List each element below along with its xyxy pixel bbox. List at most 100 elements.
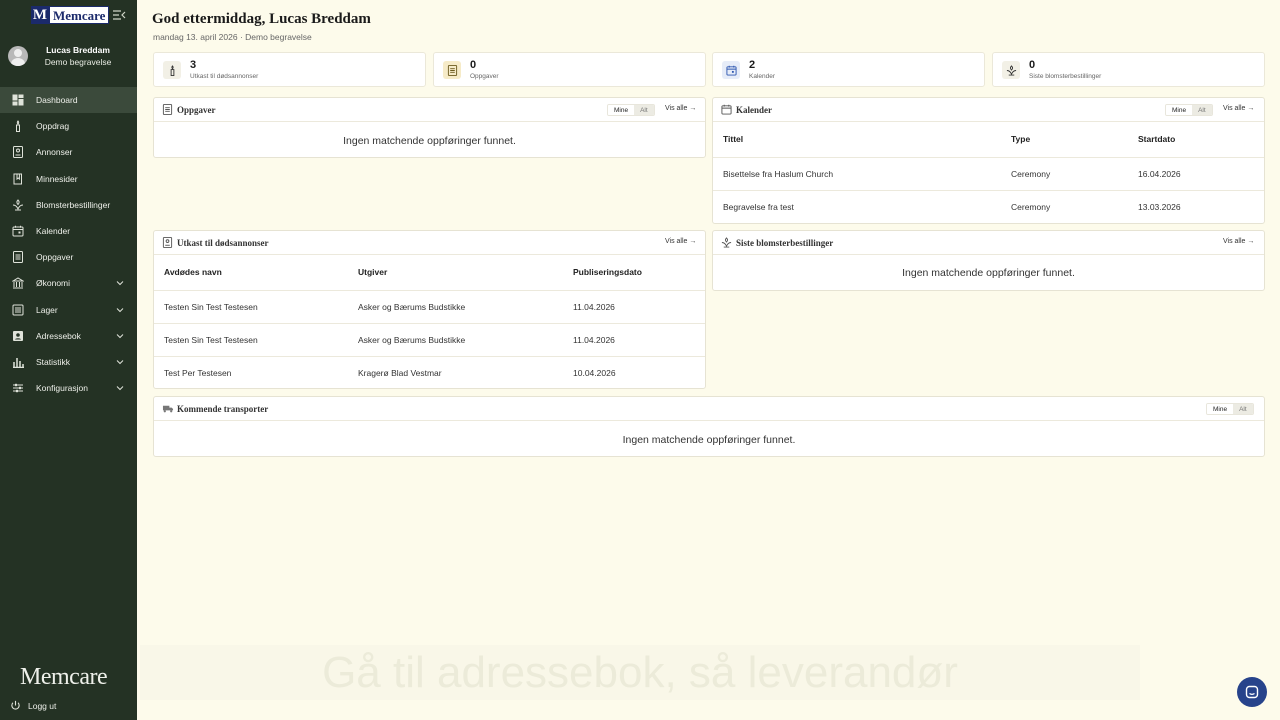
stat-card-tasks[interactable]: 0 Oppgaver — [433, 52, 706, 87]
table-row[interactable]: Bisettelse fra Haslum Church Ceremony 16… — [713, 157, 1264, 191]
drafts-table: Avdødes navn Utgiver Publiseringsdato Te… — [154, 255, 705, 389]
sidebar-item-adressebok[interactable]: Adressebok — [0, 323, 137, 349]
page-title: God ettermiddag, Lucas Breddam — [152, 11, 371, 27]
stat-label: Siste blomsterbestillinger — [1029, 73, 1102, 80]
sidebar-item-label: Lager — [36, 304, 58, 315]
calendar-icon — [721, 104, 732, 115]
publisher: Asker og Bærums Budstikke — [348, 290, 563, 324]
toggle-mine[interactable]: Mine — [1207, 404, 1234, 414]
table-header-row: Tittel Type Startdato — [713, 122, 1264, 158]
sidebar-item-kalender[interactable]: Kalender — [0, 218, 137, 244]
panel-header: Kommende transporter Mine Alt — [154, 397, 1264, 421]
sidebar-nav: Dashboard Oppdrag Annonser Minnesider Bl… — [0, 87, 137, 401]
column-header[interactable]: Type — [1001, 122, 1128, 158]
page-subtitle: mandag 13. april 2026 · Demo begravelse — [153, 32, 312, 42]
sidebar-item-label: Statistikk — [36, 356, 71, 367]
stat-card-flowers[interactable]: 0 Siste blomsterbestillinger — [992, 52, 1265, 87]
sidebar-item-konfigurasjon[interactable]: Konfigurasjon — [0, 375, 137, 401]
publish-date: 11.04.2026 — [563, 323, 705, 357]
sidebar-item-label: Konfigurasjon — [36, 383, 88, 394]
user-profile[interactable]: Lucas Breddam Demo begravelse — [0, 42, 137, 72]
deceased-name: Testen Sin Test Testesen — [154, 290, 348, 324]
chevron-down-icon — [116, 386, 124, 391]
announcement-icon — [12, 146, 24, 159]
panel-header: Kalender Mine Alt Vis alle → — [713, 98, 1264, 122]
scope-toggle: Mine Alt — [607, 104, 655, 116]
sidebar-item-label: Økonomi — [36, 278, 71, 289]
sidebar-item-statistikk[interactable]: Statistikk — [0, 349, 137, 375]
table-header-row: Avdødes navn Utgiver Publiseringsdato — [154, 255, 705, 291]
view-all-link[interactable]: Vis alle → — [665, 238, 696, 245]
column-header[interactable]: Tittel — [713, 122, 1001, 158]
transports-panel: Kommende transporter Mine Alt Ingen matc… — [153, 396, 1265, 457]
sidebar-item-label: Blomsterbestillinger — [36, 199, 111, 210]
candle-icon — [163, 61, 181, 79]
stat-card-calendar[interactable]: 2 Kalender — [712, 52, 985, 87]
instruction-caption: Gå til adressebok, så leverandør — [140, 645, 1140, 700]
logout-label: Logg ut — [28, 700, 57, 711]
chevron-down-icon — [116, 333, 124, 338]
stat-card-drafts[interactable]: 3 Utkast til dødsannonser — [153, 52, 426, 87]
empty-state: Ingen matchende oppføringer funnet. — [902, 267, 1075, 279]
table-row[interactable]: Testen Sin Test Testesen Asker og Bærums… — [154, 290, 705, 324]
sidebar-item-okonomi[interactable]: Økonomi — [0, 270, 137, 296]
event-date: 16.04.2026 — [1128, 157, 1264, 191]
sidebar-item-annonser[interactable]: Annonser — [0, 139, 137, 165]
toggle-mine[interactable]: Mine — [1166, 105, 1193, 115]
toggle-alt[interactable]: Alt — [1233, 404, 1253, 414]
toggle-mine[interactable]: Mine — [608, 105, 635, 115]
truck-icon — [162, 405, 174, 413]
candle-icon — [12, 120, 24, 133]
tasks-icon — [443, 61, 461, 79]
table-row[interactable]: Test Per Testesen Kragerø Blad Vestmar 1… — [154, 356, 705, 389]
logout-button[interactable]: Logg ut — [10, 700, 56, 711]
view-all-link[interactable]: Vis alle → — [665, 105, 696, 112]
publisher: Kragerø Blad Vestmar — [358, 367, 442, 378]
empty-state: Ingen matchende oppføringer funnet. — [622, 434, 796, 446]
contacts-icon — [12, 330, 24, 342]
sidebar-item-blomsterbestillinger[interactable]: Blomsterbestillinger — [0, 192, 137, 218]
toggle-alt[interactable]: Alt — [1192, 105, 1212, 115]
flowers-panel: Siste blomsterbestillinger Vis alle → In… — [712, 230, 1265, 291]
table-row[interactable]: Testen Sin Test Testesen Asker og Bærums… — [154, 323, 705, 357]
view-all-link[interactable]: Vis alle → — [1223, 238, 1254, 245]
view-all-link[interactable]: Vis alle → — [1223, 105, 1254, 112]
sidebar-item-oppdrag[interactable]: Oppdrag — [0, 113, 137, 139]
flower-icon — [12, 199, 24, 211]
brand-logo[interactable]: M Memcare — [31, 6, 110, 24]
column-header[interactable]: Utgiver — [348, 255, 563, 291]
chat-button[interactable] — [1237, 677, 1267, 707]
chart-icon — [12, 356, 24, 368]
sidebar-item-oppgaver[interactable]: Oppgaver — [0, 244, 137, 270]
sidebar-item-dashboard[interactable]: Dashboard — [0, 87, 137, 114]
sidebar-item-label: Annonser — [36, 147, 73, 158]
stat-value: 0 — [470, 59, 477, 71]
calendar-icon — [722, 61, 740, 79]
announcement-icon — [162, 237, 173, 248]
brand-logo-word: Memcare — [49, 6, 110, 24]
tasks-icon — [12, 251, 24, 264]
sidebar-item-label: Minnesider — [36, 173, 78, 184]
calendar-table: Tittel Type Startdato Bisettelse fra Has… — [713, 122, 1264, 223]
table-row[interactable]: Begravelse fra test Ceremony 13.03.2026 — [713, 190, 1264, 223]
event-title: Begravelse fra test — [723, 201, 794, 212]
column-header[interactable]: Startdato — [1128, 122, 1264, 158]
chevron-down-icon — [116, 281, 124, 286]
event-date: 13.03.2026 — [1138, 201, 1181, 212]
stat-value: 2 — [749, 59, 756, 71]
book-icon — [12, 173, 24, 185]
column-header[interactable]: Avdødes navn — [154, 255, 348, 291]
column-header[interactable]: Publiseringsdato — [563, 255, 705, 291]
stat-value: 3 — [190, 59, 197, 71]
toggle-alt[interactable]: Alt — [634, 105, 654, 115]
tasks-icon — [162, 104, 173, 115]
calendar-panel: Kalender Mine Alt Vis alle → Tittel Type… — [712, 97, 1265, 224]
calendar-icon — [12, 225, 24, 237]
flower-icon — [721, 237, 732, 248]
sidebar-item-minnesider[interactable]: Minnesider — [0, 166, 137, 192]
collapse-sidebar-icon[interactable] — [112, 9, 126, 21]
avatar — [8, 46, 28, 66]
user-name: Lucas Breddam — [46, 45, 110, 55]
event-type: Ceremony — [1011, 201, 1051, 212]
sidebar-item-lager[interactable]: Lager — [0, 297, 137, 323]
